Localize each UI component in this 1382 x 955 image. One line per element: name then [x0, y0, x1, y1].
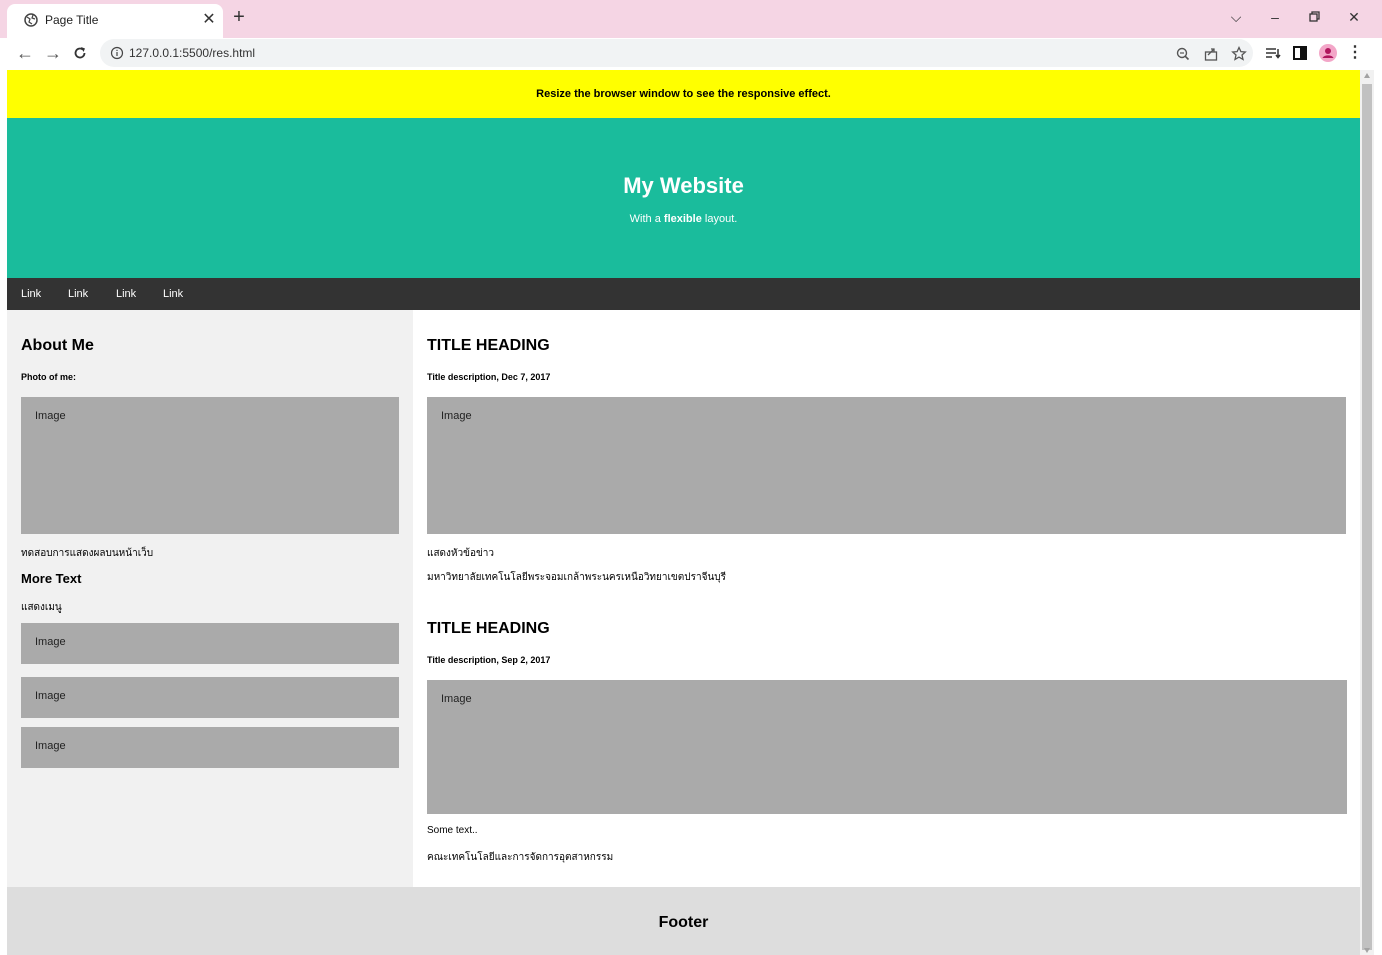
close-window-icon[interactable]: ✕ — [1342, 6, 1366, 28]
post-1-heading: TITLE HEADING — [427, 337, 550, 354]
site-subtitle: With a flexible layout. — [7, 213, 1360, 225]
nav-link-3[interactable]: Link — [116, 278, 136, 310]
more-heading: More Text — [21, 571, 82, 586]
tab-strip: Page Title ✕ + ⌵ – ✕ — [0, 0, 1382, 38]
nav-bar: Link Link Link Link — [7, 278, 1360, 310]
site-header: My Website With a flexible layout. — [7, 118, 1360, 278]
browser-toolbar: ← → 127.0.0.1:5500/res.html ⋮ — [0, 38, 1382, 70]
address-bar[interactable]: 127.0.0.1:5500/res.html — [100, 39, 1253, 67]
page-scrollbar[interactable] — [1360, 70, 1374, 955]
plus-icon[interactable]: + — [228, 6, 250, 28]
minimize-icon[interactable]: – — [1263, 6, 1287, 28]
post-1-line-1: แสดงหัวข้อข่าว — [427, 548, 495, 559]
post-2-image-label: Image — [441, 693, 472, 705]
post-1-image: Image — [427, 397, 1346, 534]
reading-list-icon[interactable] — [1263, 43, 1283, 63]
scroll-down-icon[interactable] — [1364, 948, 1370, 953]
restore-icon[interactable] — [1303, 6, 1327, 28]
menu-icon[interactable]: ⋮ — [1342, 40, 1368, 66]
about-heading: About Me — [21, 337, 94, 354]
post-2-line-2: คณะเทคโนโลยีและการจัดการอุตสาหกรรม — [427, 852, 614, 863]
post-1-description: Title description, Dec 7, 2017 — [427, 372, 551, 382]
profile-icon[interactable] — [1318, 43, 1338, 63]
chevron-down-icon[interactable]: ⌵ — [1224, 6, 1248, 28]
side-image-1: Image — [21, 623, 399, 664]
post-2-heading: TITLE HEADING — [427, 620, 550, 637]
side-image-2: Image — [21, 677, 399, 718]
post-1-image-label: Image — [441, 410, 472, 422]
side-caption: ทดสอบการแสดงผลบนหน้าเว็บ — [21, 548, 154, 559]
side-image-1-label: Image — [35, 636, 66, 648]
browser-window: Page Title ✕ + ⌵ – ✕ ← → 127.0.0.1:5500/… — [0, 0, 1382, 955]
globe-icon — [24, 13, 38, 27]
nav-link-1[interactable]: Link — [21, 278, 41, 310]
scroll-up-icon[interactable] — [1364, 73, 1370, 78]
close-icon[interactable]: ✕ — [199, 10, 219, 30]
zoom-icon[interactable] — [1174, 45, 1192, 63]
tab-page[interactable]: Page Title ✕ — [7, 4, 223, 38]
photo-image-label: Image — [35, 410, 66, 422]
scrollbar-thumb[interactable] — [1362, 84, 1372, 950]
web-page: Resize the browser window to see the res… — [7, 70, 1360, 955]
responsive-notice: Resize the browser window to see the res… — [7, 70, 1360, 118]
share-icon[interactable] — [1202, 45, 1220, 63]
post-2-image: Image — [427, 680, 1347, 814]
side-column: About Me Photo of me: Image ทดสอบการแสดง… — [7, 310, 413, 887]
subtitle-after: layout. — [704, 213, 738, 225]
side-image-3-label: Image — [35, 740, 66, 752]
back-icon[interactable]: ← — [12, 40, 38, 66]
subtitle-bold: flexible — [663, 213, 702, 225]
footer-text: Footer — [658, 914, 709, 931]
post-2-description: Title description, Sep 2, 2017 — [427, 655, 551, 665]
tab-title: Page Title — [45, 13, 99, 27]
info-icon[interactable] — [110, 46, 124, 60]
menu-text: แสดงเมนู — [21, 602, 62, 613]
nav-link-4[interactable]: Link — [163, 278, 183, 310]
side-image-2-label: Image — [35, 690, 66, 702]
site-title: My Website — [623, 173, 744, 198]
side-image-3: Image — [21, 727, 399, 768]
window-edge — [1374, 70, 1382, 955]
site-footer: Footer — [7, 887, 1360, 955]
photo-placeholder: Image — [21, 397, 399, 534]
photo-label: Photo of me: — [21, 372, 76, 382]
url-text: 127.0.0.1:5500/res.html — [129, 46, 256, 60]
reload-icon[interactable] — [67, 40, 93, 66]
forward-icon[interactable]: → — [40, 40, 66, 66]
main-column: TITLE HEADING Title description, Dec 7, … — [413, 310, 1360, 887]
star-icon[interactable] — [1230, 45, 1248, 63]
post-1-line-2: มหาวิทยาลัยเทคโนโลยีพระจอมเกล้าพระนครเหน… — [427, 572, 726, 583]
post-2-line-1: Some text.. — [427, 825, 478, 836]
side-panel-icon[interactable] — [1290, 43, 1310, 63]
nav-link-2[interactable]: Link — [68, 278, 88, 310]
subtitle-before: With a — [629, 213, 661, 225]
